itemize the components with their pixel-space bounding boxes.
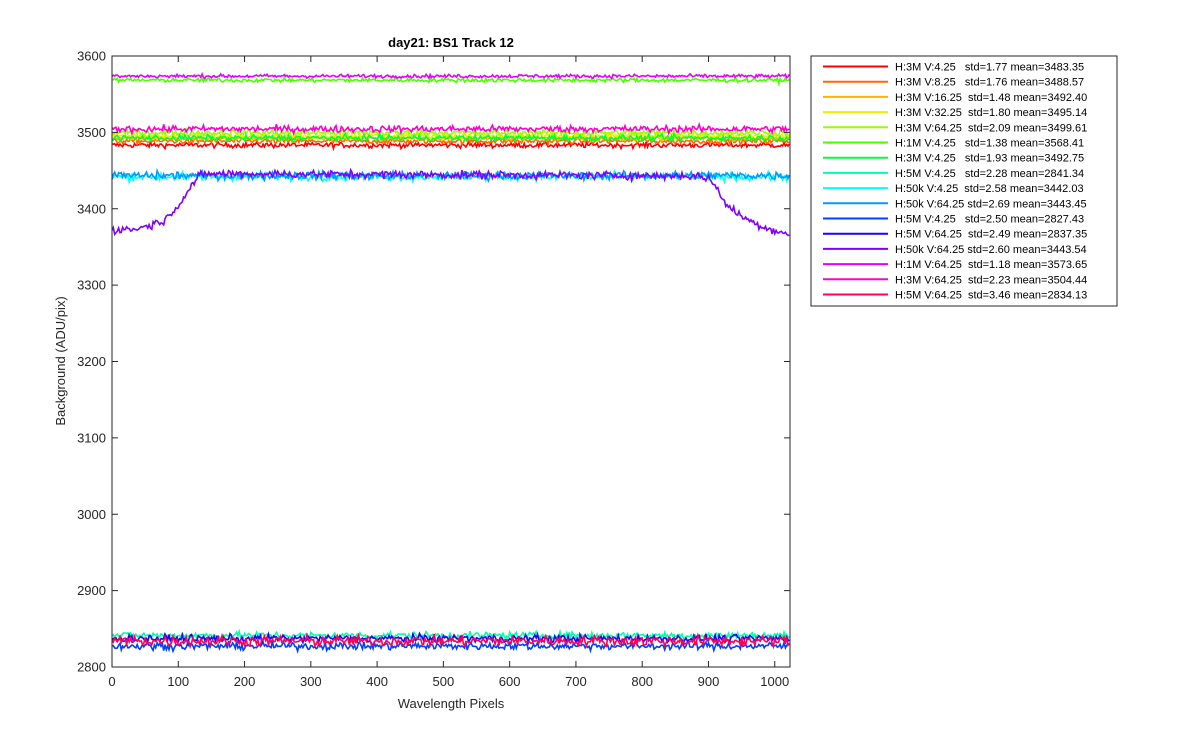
x-tick-label: 0 <box>108 674 115 689</box>
x-tick-label: 700 <box>565 674 587 689</box>
y-tick-label: 3400 <box>77 201 106 216</box>
x-tick-label: 1000 <box>760 674 789 689</box>
x-tick-label: 400 <box>366 674 388 689</box>
legend-label-7: H:3M V:4.25 std=1.93 mean=3492.75 <box>895 153 1084 165</box>
x-tick-label: 300 <box>300 674 322 689</box>
y-tick-label: 2800 <box>77 660 106 675</box>
x-tick-label: 500 <box>433 674 455 689</box>
legend-label-1: H:3M V:4.25 std=1.77 mean=3483.35 <box>895 62 1084 74</box>
y-tick-label: 3600 <box>77 49 106 64</box>
x-tick-label: 100 <box>167 674 189 689</box>
legend-label-3: H:3M V:16.25 std=1.48 mean=3492.40 <box>895 92 1087 104</box>
series-line-13 <box>111 167 790 237</box>
y-tick-label: 3300 <box>77 278 106 293</box>
plot-series-group <box>111 71 791 655</box>
y-tick-label: 3100 <box>77 430 106 445</box>
chart-title: day21: BS1 Track 12 <box>388 35 514 50</box>
y-tick-label: 3200 <box>77 354 106 369</box>
x-axis-label: Wavelength Pixels <box>398 696 505 711</box>
legend-label-15: H:3M V:64.25 std=2.23 mean=3504.44 <box>895 274 1087 286</box>
x-tick-label: 800 <box>631 674 653 689</box>
series-line-6 <box>111 75 790 87</box>
legend-label-9: H:50k V:4.25 std=2.58 mean=3442.03 <box>895 183 1084 195</box>
legend-label-2: H:3M V:8.25 std=1.76 mean=3488.57 <box>895 77 1084 89</box>
legend-label-6: H:1M V:4.25 std=1.38 mean=3568.41 <box>895 138 1084 150</box>
x-tick-label: 200 <box>234 674 256 689</box>
legend-label-5: H:3M V:64.25 std=2.09 mean=3499.61 <box>895 122 1087 134</box>
y-tick-label: 2900 <box>77 583 106 598</box>
x-tick-label: 600 <box>499 674 521 689</box>
legend-label-8: H:5M V:4.25 std=2.28 mean=2841.34 <box>895 168 1084 180</box>
legend-label-16: H:5M V:64.25 std=3.46 mean=2834.13 <box>895 290 1087 302</box>
y-axis-label: Background (ADU/pix) <box>53 296 68 425</box>
legend-label-12: H:5M V:64.25 std=2.49 mean=2837.35 <box>895 229 1087 241</box>
legend-label-11: H:5M V:4.25 std=2.50 mean=2827.43 <box>895 214 1084 226</box>
legend-label-13: H:50k V:64.25 std=2.60 mean=3443.54 <box>895 244 1087 256</box>
legend: H:3M V:4.25 std=1.77 mean=3483.35 H:3M V:… <box>810 55 1118 307</box>
series-line-14 <box>111 71 790 80</box>
chart-canvas: 0 100 200 300 400 500 600 700 800 900 1000 2800 2900… <box>53 35 1118 711</box>
y-tick-label: 3000 <box>77 507 106 522</box>
legend-label-10: H:50k V:64.25 std=2.69 mean=3443.45 <box>895 198 1087 210</box>
x-tick-label: 900 <box>698 674 720 689</box>
y-tick-label: 3500 <box>77 125 106 140</box>
legend-label-14: H:1M V:64.25 std=1.18 mean=3573.65 <box>895 259 1087 271</box>
legend-label-4: H:3M V:32.25 std=1.80 mean=3495.14 <box>895 107 1087 119</box>
